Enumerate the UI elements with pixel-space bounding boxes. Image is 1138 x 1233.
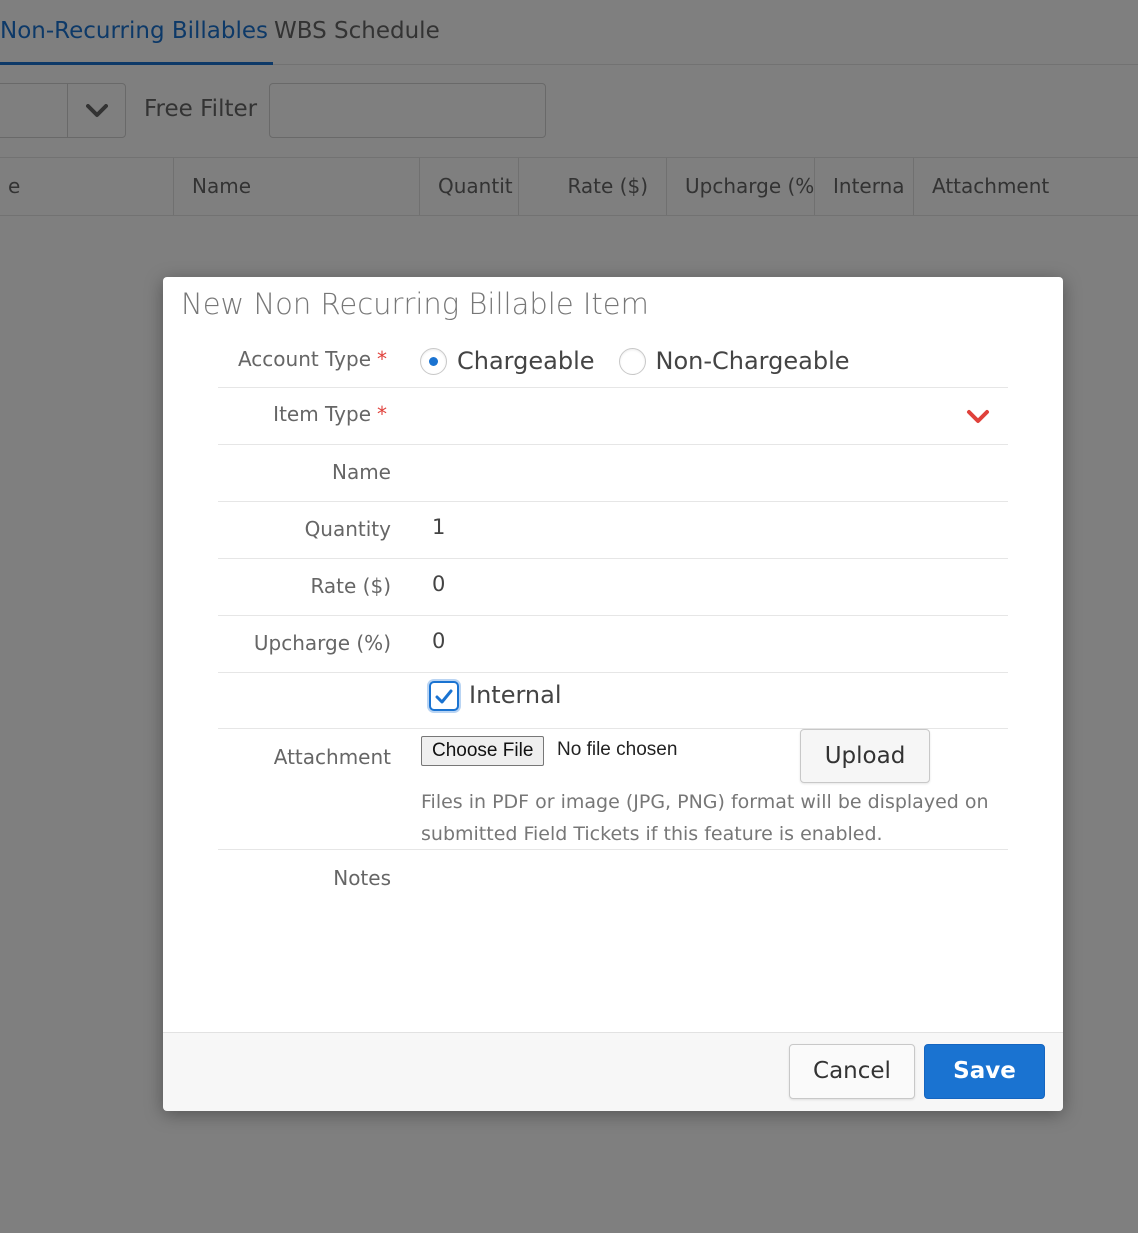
upload-button[interactable]: Upload bbox=[800, 729, 930, 783]
name-row: Name bbox=[218, 445, 1008, 502]
new-billable-item-dialog: New Non Recurring Billable Item Account … bbox=[163, 277, 1063, 1111]
quantity-label: Quantity bbox=[304, 517, 391, 541]
radio-selected-dot bbox=[429, 356, 438, 366]
choose-file-button[interactable]: Choose File bbox=[421, 736, 545, 766]
attachment-label: Attachment bbox=[273, 745, 391, 769]
cancel-button[interactable]: Cancel bbox=[789, 1044, 915, 1099]
internal-label[interactable]: Internal bbox=[469, 681, 562, 709]
upcharge-input[interactable]: 0 bbox=[432, 629, 1002, 653]
upcharge-row: Upcharge (%) 0 bbox=[218, 616, 1008, 673]
chargeable-label[interactable]: Chargeable bbox=[457, 347, 595, 375]
check-icon bbox=[435, 689, 453, 703]
item-type-row: Item Type * bbox=[218, 388, 1008, 445]
attachment-hint: Files in PDF or image (JPG, PNG) format … bbox=[421, 791, 989, 845]
non-chargeable-radio[interactable] bbox=[618, 347, 646, 375]
account-type-row: Account Type * Chargeable Non-Chargeable bbox=[218, 334, 1008, 388]
file-status-text: No file chosen bbox=[557, 739, 678, 760]
dialog-title: New Non Recurring Billable Item bbox=[181, 287, 649, 321]
quantity-row: Quantity 1 bbox=[218, 502, 1008, 559]
item-type-select[interactable] bbox=[418, 388, 1008, 444]
item-type-label: Item Type * bbox=[273, 402, 387, 426]
dialog-footer: Cancel Save bbox=[163, 1032, 1063, 1111]
save-button[interactable]: Save bbox=[924, 1044, 1045, 1099]
chevron-down-icon bbox=[967, 410, 989, 423]
upcharge-label: Upcharge (%) bbox=[253, 631, 391, 655]
notes-row: Notes bbox=[218, 850, 1008, 1020]
non-chargeable-label[interactable]: Non-Chargeable bbox=[656, 347, 850, 375]
account-type-options: Chargeable Non-Chargeable bbox=[420, 347, 874, 375]
rate-row: Rate ($) 0 bbox=[218, 559, 1008, 616]
internal-row: Internal bbox=[218, 673, 1008, 729]
notes-textarea[interactable] bbox=[432, 862, 1002, 1012]
rate-input[interactable]: 0 bbox=[432, 572, 1002, 596]
name-label: Name bbox=[331, 460, 391, 484]
rate-label: Rate ($) bbox=[310, 574, 391, 598]
notes-label: Notes bbox=[333, 866, 391, 890]
internal-checkbox[interactable] bbox=[429, 681, 459, 711]
required-marker: * bbox=[377, 402, 387, 426]
attachment-row: Attachment Choose File No file chosen Up… bbox=[218, 729, 1008, 850]
chargeable-radio[interactable] bbox=[420, 347, 447, 375]
name-input[interactable] bbox=[432, 459, 1002, 487]
quantity-input[interactable]: 1 bbox=[432, 515, 1002, 539]
required-marker: * bbox=[377, 347, 387, 371]
account-type-label: Account Type * bbox=[237, 347, 387, 371]
